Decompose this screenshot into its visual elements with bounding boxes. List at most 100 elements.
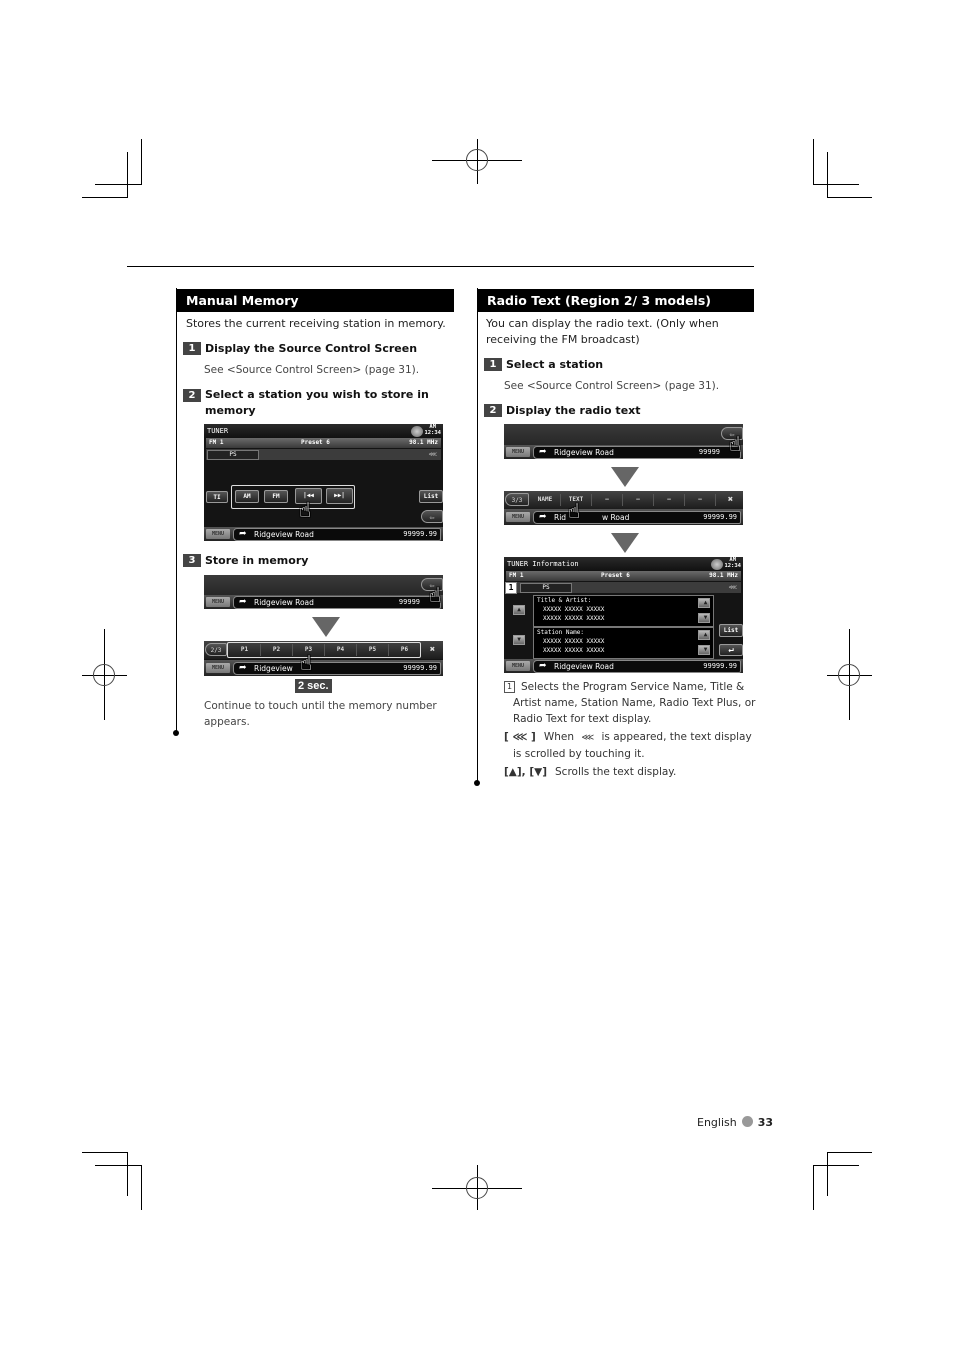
- list-button[interactable]: List: [719, 624, 743, 637]
- ps-button[interactable]: PS: [207, 450, 259, 460]
- frequency-label: 98.1 MHz: [709, 572, 738, 579]
- blank-button[interactable]: —: [592, 494, 623, 506]
- turn-arrow-icon: ➦: [539, 512, 547, 522]
- distance: 99999.99: [703, 662, 737, 670]
- station-info-bar: FM 1 Preset 6 98.1 MHz: [206, 438, 441, 448]
- pointing-hand-icon: ☝: [300, 651, 313, 675]
- preset-p4[interactable]: P4: [325, 644, 357, 656]
- panel-scroll-down[interactable]: ▼: [698, 645, 710, 655]
- scroll-icon[interactable]: ⋘: [428, 449, 437, 460]
- flow-down-arrow: [611, 467, 639, 487]
- distance: 99999.99: [403, 530, 437, 538]
- menu-button[interactable]: MENU: [206, 529, 230, 539]
- distance: 99999.99: [403, 664, 437, 672]
- blank-button[interactable]: —: [685, 494, 716, 506]
- route-info[interactable]: ➦ Ridgeview Road 99999.99: [533, 660, 741, 673]
- seek-forward-button[interactable]: ▶▶|: [326, 488, 353, 504]
- flow-down-arrow: [611, 533, 639, 553]
- scroll-down-button[interactable]: ▼: [513, 635, 525, 645]
- name-button[interactable]: NAME: [530, 494, 561, 506]
- header-rule: [127, 266, 754, 267]
- road-name: Ridgeview Road: [254, 598, 314, 607]
- step-number: 3: [183, 554, 201, 567]
- route-info[interactable]: ➦ Ridgeview Road 99999: [533, 446, 741, 459]
- turn-arrow-icon: ➦: [239, 663, 247, 673]
- menu-button[interactable]: MENU: [206, 597, 230, 607]
- note-text-a: When: [543, 731, 574, 743]
- scroll-up-button[interactable]: ▲: [513, 605, 525, 615]
- road-name: Ridgeview: [254, 664, 293, 673]
- tuner-bottom-screen: ⇦ MENU ➦ Ridgeview Road 99999 ☝: [504, 424, 743, 459]
- ps-button[interactable]: PS: [520, 583, 572, 593]
- globe-icon: [711, 559, 723, 570]
- step-1: 1 Display the Source Control Screen: [183, 341, 417, 357]
- band-label: FM 1: [509, 572, 524, 579]
- station-info-bar: FM 1 Preset 6 98.1 MHz: [506, 571, 741, 581]
- panel-label: Title & Artist:: [537, 597, 592, 604]
- step-number: 2: [484, 404, 502, 417]
- step-title: Store in memory: [205, 554, 309, 567]
- panel-scroll-up[interactable]: ▲: [698, 630, 710, 640]
- tuner-source-screen: TUNER AM 12:34 FM 1 Preset 6 98.1 MHz PS …: [204, 424, 443, 541]
- navigation-bar: MENU ➦ Ridgeview Road 99999.99: [504, 659, 743, 673]
- navigation-bar: MENU ➦ Ridgeview Road 99999.99: [204, 527, 443, 541]
- close-icon[interactable]: ✖: [722, 494, 739, 506]
- note-text: Scrolls the text display.: [555, 766, 677, 778]
- preset-p6[interactable]: P6: [389, 644, 420, 656]
- route-info[interactable]: ➦ Ridgeview Road 99999.99: [233, 528, 441, 541]
- preset-p2[interactable]: P2: [261, 644, 293, 656]
- preset-bar: 2/3 P1 P2 P3 P4 P5 P6 ✖: [204, 641, 443, 659]
- frequency-label: 98.1 MHz: [409, 439, 438, 446]
- panel-line: XXXXX XXXXX XXXXX: [543, 615, 605, 622]
- list-button[interactable]: List: [419, 490, 443, 503]
- section-title-radio-text: Radio Text (Region 2/ 3 models): [478, 289, 754, 312]
- menu-button[interactable]: MENU: [506, 512, 530, 522]
- note-key: [▲], [▼]: [504, 766, 547, 778]
- left-column-end-dot: [173, 730, 179, 736]
- route-info[interactable]: ➦ Rid w Road 99999.99: [533, 511, 741, 524]
- am-button[interactable]: AM: [235, 490, 259, 503]
- pointing-hand-icon: ☝: [728, 432, 741, 456]
- radio-text-intro: You can display the radio text. (Only wh…: [486, 317, 719, 346]
- pointing-hand-icon: ☝: [568, 499, 581, 523]
- road-name-start: Rid: [554, 513, 567, 522]
- scroll-icon[interactable]: ⋘: [728, 582, 737, 593]
- page-indicator[interactable]: 3/3: [505, 493, 529, 506]
- menu-button[interactable]: MENU: [206, 663, 230, 673]
- panel-label: Station Name:: [537, 629, 584, 636]
- return-arrow-button[interactable]: ⇦: [421, 510, 443, 523]
- step-title: Select a station: [506, 358, 604, 371]
- fm-button[interactable]: FM: [264, 490, 288, 503]
- blank-button[interactable]: —: [654, 494, 685, 506]
- blank-button[interactable]: —: [623, 494, 654, 506]
- page-indicator[interactable]: 2/3: [205, 643, 227, 656]
- callout-number: 1: [504, 681, 515, 693]
- hold-duration-badge: 2 sec.: [295, 679, 332, 693]
- function-bar: 3/3 NAME TEXT — — — — ✖: [504, 491, 743, 509]
- panel-line: XXXXX XXXXX XXXXX: [543, 638, 605, 645]
- step-number: 1: [183, 342, 201, 355]
- step-1-detail: See <Source Control Screen> (page 31).: [504, 380, 720, 392]
- return-button[interactable]: ↵: [719, 644, 743, 656]
- menu-button[interactable]: MENU: [506, 661, 530, 671]
- route-info[interactable]: ➦ Ridgeview 99999.99: [233, 662, 441, 675]
- turn-arrow-icon: ➦: [239, 529, 247, 539]
- close-icon[interactable]: ✖: [424, 644, 441, 656]
- page-number: 33: [757, 1116, 774, 1129]
- preset-p1[interactable]: P1: [229, 644, 261, 656]
- right-column-rule: [477, 288, 478, 784]
- preset-p5[interactable]: P5: [357, 644, 389, 656]
- ti-button[interactable]: TI: [206, 491, 228, 503]
- step-3: 3 Store in memory: [183, 553, 308, 569]
- step-1: 1 Select a station: [484, 357, 603, 373]
- panel-scroll-down[interactable]: ▼: [698, 613, 710, 623]
- panel-line: XXXXX XXXXX XXXXX: [543, 606, 605, 613]
- globe-icon: [411, 426, 423, 437]
- route-info[interactable]: ➦ Ridgeview Road 99999: [233, 596, 441, 609]
- panel-scroll-up[interactable]: ▲: [698, 598, 710, 608]
- note-scroll-icon: [ ⋘ ] When ⋘ is appeared, the text displa…: [504, 729, 758, 762]
- menu-button[interactable]: MENU: [506, 447, 530, 457]
- tuner-bottom-screen: ⇦ MENU ➦ Ridgeview Road 99999 ☝: [204, 575, 443, 609]
- ps-row: PS ⋘: [506, 582, 741, 593]
- text-mode-screen: 3/3 NAME TEXT — — — — ✖ MENU ➦ Rid w Roa…: [504, 491, 743, 525]
